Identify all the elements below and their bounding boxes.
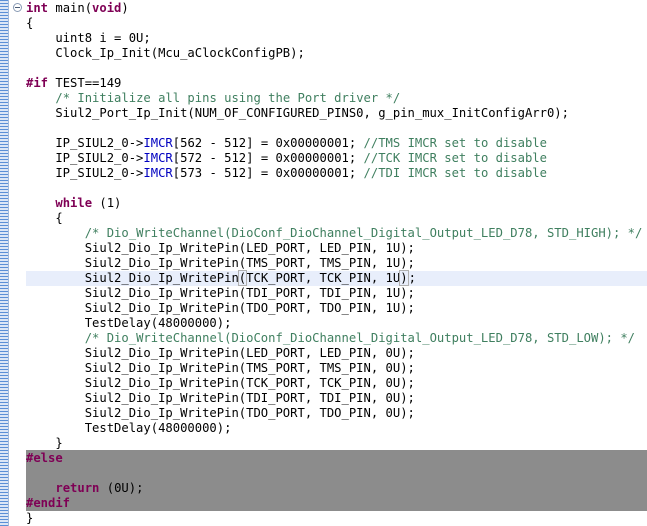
gutter-divider (8, 0, 9, 526)
code-line[interactable]: #if TEST==149 (26, 76, 647, 91)
code-line[interactable]: IP_SIUL2_0->IMCR[562 - 512] = 0x00000001… (26, 136, 647, 151)
code-token: while (55, 196, 93, 210)
code-token: } (26, 511, 34, 525)
code-line[interactable]: Siul2_Dio_Ip_WritePin(TDO_PORT, TDO_PIN,… (26, 301, 647, 316)
code-token: //TDI IMCR set to disable (363, 166, 547, 180)
code-token: return (55, 481, 100, 495)
code-token: [573 - 512] = 0x00000001; (172, 166, 364, 180)
code-line[interactable]: Siul2_Dio_Ip_WritePin(TCK_PORT, TCK_PIN,… (26, 270, 647, 286)
code-line[interactable]: Siul2_Dio_Ip_WritePin(LED_PORT, LED_PIN,… (26, 346, 647, 361)
code-token: Siul2_Dio_Ip_WritePin(TMS_PORT, TMS_PIN,… (26, 361, 415, 375)
code-token: Siul2_Dio_Ip_WritePin(TDI_PORT, TDI_PIN,… (26, 286, 415, 300)
code-token: int (26, 1, 49, 15)
code-line[interactable]: /* Dio_WriteChannel(DioConf_DioChannel_D… (26, 226, 647, 241)
code-line[interactable]: Clock_Ip_Init(Mcu_aClockConfigPB); (26, 46, 647, 61)
code-token: [572 - 512] = 0x00000001; (172, 151, 364, 165)
code-token: /* Dio_WriteChannel(DioConf_DioChannel_D… (84, 331, 636, 345)
code-token: #if (26, 76, 49, 90)
code-token: /* Initialize all pins using the Port dr… (55, 91, 401, 105)
code-line[interactable]: /* Initialize all pins using the Port dr… (26, 91, 647, 106)
code-token: Siul2_Dio_Ip_WritePin(LED_PORT, LED_PIN,… (26, 346, 415, 360)
code-line[interactable]: Siul2_Dio_Ip_WritePin(TDO_PORT, TDO_PIN,… (26, 406, 647, 421)
code-token: ) (399, 270, 409, 286)
code-line[interactable]: while (1) (26, 196, 647, 211)
code-token: IP_SIUL2_0-> (26, 151, 144, 165)
code-token: IP_SIUL2_0-> (26, 136, 144, 150)
code-token: Siul2_Dio_Ip_WritePin(TCK_PORT, TCK_PIN,… (26, 376, 415, 390)
code-line[interactable]: TestDelay(48000000); (26, 421, 647, 436)
code-line[interactable]: TestDelay(48000000); (26, 316, 647, 331)
code-token: uint8 i = 0U; (26, 31, 151, 45)
code-line[interactable]: int main(void) (26, 1, 647, 16)
code-line[interactable]: Siul2_Dio_Ip_WritePin(TMS_PORT, TMS_PIN,… (26, 361, 647, 376)
code-token: ; (408, 271, 416, 285)
code-line[interactable]: { (26, 211, 647, 226)
code-token: /* Dio_WriteChannel(DioConf_DioChannel_D… (84, 226, 643, 240)
code-line[interactable] (26, 181, 647, 196)
code-token: [562 - 512] = 0x00000001; (172, 136, 364, 150)
code-token: Siul2_Dio_Ip_WritePin(TDO_PORT, TDO_PIN,… (26, 406, 415, 420)
code-token: } (26, 436, 63, 450)
code-token: IMCR (143, 136, 173, 150)
code-line[interactable]: Siul2_Dio_Ip_WritePin(TCK_PORT, TCK_PIN,… (26, 376, 647, 391)
code-line[interactable]: return (0U); (26, 481, 647, 496)
code-line[interactable]: Siul2_Dio_Ip_WritePin(TDI_PORT, TDI_PIN,… (26, 391, 647, 406)
code-line[interactable]: { (26, 16, 647, 31)
code-line[interactable]: IP_SIUL2_0->IMCR[572 - 512] = 0x00000001… (26, 151, 647, 166)
editor-gutter (0, 0, 8, 526)
code-token: Siul2_Dio_Ip_WritePin (26, 271, 239, 285)
code-line[interactable]: Siul2_Port_Ip_Init(NUM_OF_CONFIGURED_PIN… (26, 106, 647, 121)
code-token: IP_SIUL2_0-> (26, 166, 144, 180)
code-token: Siul2_Port_Ip_Init(NUM_OF_CONFIGURED_PIN… (26, 106, 569, 120)
code-token: #else (26, 451, 63, 465)
code-line[interactable]: #else (26, 451, 647, 466)
code-token: void (92, 1, 122, 15)
code-token: //TCK IMCR set to disable (363, 151, 547, 165)
code-editor[interactable]: int main(void){ uint8 i = 0U; Clock_Ip_I… (0, 0, 647, 526)
code-token: Siul2_Dio_Ip_WritePin(TMS_PORT, TMS_PIN,… (26, 256, 415, 270)
code-token: TEST==149 (48, 76, 122, 90)
code-line[interactable]: Siul2_Dio_Ip_WritePin(LED_PORT, LED_PIN,… (26, 241, 647, 256)
code-token: (0U); (99, 481, 144, 495)
code-token: #endif (26, 496, 71, 510)
code-line[interactable]: IP_SIUL2_0->IMCR[573 - 512] = 0x00000001… (26, 166, 647, 181)
code-token: main( (48, 1, 93, 15)
code-token: Siul2_Dio_Ip_WritePin(LED_PORT, LED_PIN,… (26, 241, 415, 255)
code-line[interactable]: /* Dio_WriteChannel(DioConf_DioChannel_D… (26, 331, 647, 346)
code-line[interactable]: #endif (26, 496, 647, 511)
code-line[interactable]: } (26, 436, 647, 451)
code-token: Siul2_Dio_Ip_WritePin(TDI_PORT, TDI_PIN,… (26, 391, 415, 405)
code-token: IMCR (143, 166, 173, 180)
code-line[interactable] (26, 61, 647, 76)
code-token: TCK_PORT, TCK_PIN, 1U (246, 271, 401, 285)
code-line[interactable]: Siul2_Dio_Ip_WritePin(TDI_PORT, TDI_PIN,… (26, 286, 647, 301)
code-token: //TMS IMCR set to disable (363, 136, 547, 150)
code-token: TestDelay(48000000); (26, 316, 232, 330)
collapse-fold-icon[interactable] (13, 3, 22, 12)
code-token: TestDelay(48000000); (26, 421, 232, 435)
code-token: Clock_Ip_Init(Mcu_aClockConfigPB); (26, 46, 305, 60)
code-token: IMCR (143, 151, 173, 165)
code-token: { (26, 211, 63, 225)
code-line[interactable]: } (26, 511, 647, 526)
code-token: { (26, 16, 34, 30)
code-line[interactable]: uint8 i = 0U; (26, 31, 647, 46)
code-token: (1) (92, 196, 122, 210)
code-line[interactable] (26, 121, 647, 136)
code-line[interactable] (26, 466, 647, 481)
code-line[interactable]: Siul2_Dio_Ip_WritePin(TMS_PORT, TMS_PIN,… (26, 256, 647, 271)
code-token: Siul2_Dio_Ip_WritePin(TDO_PORT, TDO_PIN,… (26, 301, 415, 315)
code-token: ) (121, 1, 129, 15)
